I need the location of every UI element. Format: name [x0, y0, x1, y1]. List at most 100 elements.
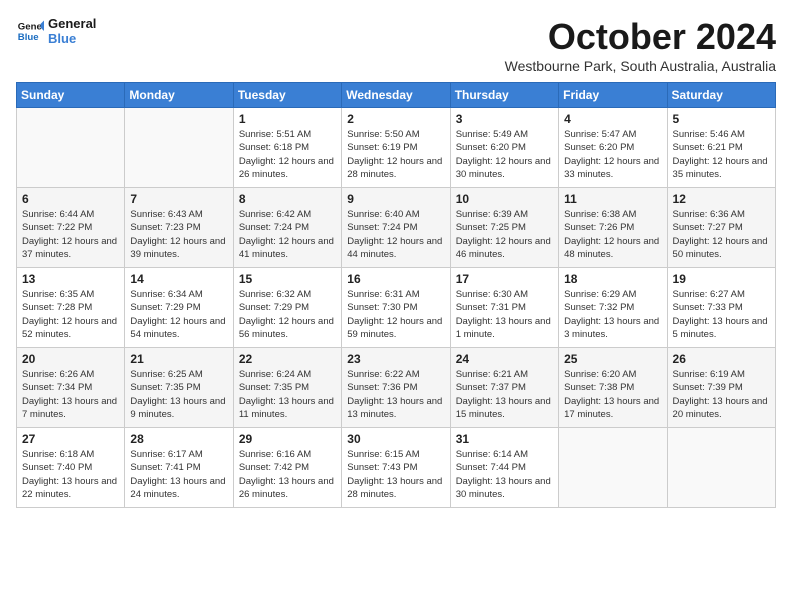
day-number: 20	[22, 352, 119, 366]
calendar-cell: 10 Sunrise: 6:39 AM Sunset: 7:25 PM Dayli…	[450, 188, 558, 268]
calendar-cell: 25 Sunrise: 6:20 AM Sunset: 7:38 PM Dayli…	[559, 348, 667, 428]
calendar-cell	[559, 428, 667, 508]
day-number: 5	[673, 112, 770, 126]
calendar-body: 1 Sunrise: 5:51 AM Sunset: 6:18 PM Daylig…	[17, 108, 776, 508]
day-number: 10	[456, 192, 553, 206]
day-header-saturday: Saturday	[667, 83, 775, 108]
calendar-header-row: SundayMondayTuesdayWednesdayThursdayFrid…	[17, 83, 776, 108]
calendar-cell	[125, 108, 233, 188]
page-header: General Blue General Blue October 2024 W…	[16, 16, 776, 74]
calendar-cell: 16 Sunrise: 6:31 AM Sunset: 7:30 PM Dayli…	[342, 268, 450, 348]
day-number: 9	[347, 192, 444, 206]
calendar-cell: 9 Sunrise: 6:40 AM Sunset: 7:24 PM Daylig…	[342, 188, 450, 268]
cell-info: Sunrise: 6:14 AM Sunset: 7:44 PM Dayligh…	[456, 448, 553, 501]
cell-info: Sunrise: 6:44 AM Sunset: 7:22 PM Dayligh…	[22, 208, 119, 261]
week-row-3: 13 Sunrise: 6:35 AM Sunset: 7:28 PM Dayli…	[17, 268, 776, 348]
day-number: 7	[130, 192, 227, 206]
cell-info: Sunrise: 6:27 AM Sunset: 7:33 PM Dayligh…	[673, 288, 770, 341]
week-row-1: 1 Sunrise: 5:51 AM Sunset: 6:18 PM Daylig…	[17, 108, 776, 188]
title-block: October 2024 Westbourne Park, South Aust…	[505, 16, 776, 74]
calendar-cell: 21Sunrise: 6:25 AM Sunset: 7:35 PM Dayli…	[125, 348, 233, 428]
calendar-cell: 3 Sunrise: 5:49 AM Sunset: 6:20 PM Daylig…	[450, 108, 558, 188]
day-number: 1	[239, 112, 336, 126]
cell-info: Sunrise: 5:46 AM Sunset: 6:21 PM Dayligh…	[673, 128, 770, 181]
calendar-cell: 1 Sunrise: 5:51 AM Sunset: 6:18 PM Daylig…	[233, 108, 341, 188]
calendar-table: SundayMondayTuesdayWednesdayThursdayFrid…	[16, 82, 776, 508]
day-number: 16	[347, 272, 444, 286]
cell-info: Sunrise: 6:22 AM Sunset: 7:36 PM Dayligh…	[347, 368, 444, 421]
cell-info: Sunrise: 6:39 AM Sunset: 7:25 PM Dayligh…	[456, 208, 553, 261]
calendar-cell: 27 Sunrise: 6:18 AM Sunset: 7:40 PM Dayli…	[17, 428, 125, 508]
day-number: 28	[130, 432, 227, 446]
calendar-cell: 15Sunrise: 6:32 AM Sunset: 7:29 PM Dayli…	[233, 268, 341, 348]
cell-info: Sunrise: 6:43 AM Sunset: 7:23 PM Dayligh…	[130, 208, 227, 261]
calendar-cell: 2Sunrise: 5:50 AM Sunset: 6:19 PM Daylig…	[342, 108, 450, 188]
day-number: 15	[239, 272, 336, 286]
cell-info: Sunrise: 6:34 AM Sunset: 7:29 PM Dayligh…	[130, 288, 227, 341]
calendar-cell: 7 Sunrise: 6:43 AM Sunset: 7:23 PM Daylig…	[125, 188, 233, 268]
day-number: 29	[239, 432, 336, 446]
cell-info: Sunrise: 6:30 AM Sunset: 7:31 PM Dayligh…	[456, 288, 553, 341]
svg-text:Blue: Blue	[18, 32, 39, 43]
calendar-cell: 22 Sunrise: 6:24 AM Sunset: 7:35 PM Dayli…	[233, 348, 341, 428]
cell-info: Sunrise: 6:18 AM Sunset: 7:40 PM Dayligh…	[22, 448, 119, 501]
day-number: 3	[456, 112, 553, 126]
week-row-5: 27 Sunrise: 6:18 AM Sunset: 7:40 PM Dayli…	[17, 428, 776, 508]
calendar-cell: 11Sunrise: 6:38 AM Sunset: 7:26 PM Dayli…	[559, 188, 667, 268]
day-number: 21	[130, 352, 227, 366]
cell-info: Sunrise: 6:17 AM Sunset: 7:41 PM Dayligh…	[130, 448, 227, 501]
day-number: 19	[673, 272, 770, 286]
day-number: 24	[456, 352, 553, 366]
cell-info: Sunrise: 6:16 AM Sunset: 7:42 PM Dayligh…	[239, 448, 336, 501]
day-number: 14	[130, 272, 227, 286]
calendar-cell: 4Sunrise: 5:47 AM Sunset: 6:20 PM Daylig…	[559, 108, 667, 188]
calendar-cell: 29 Sunrise: 6:16 AM Sunset: 7:42 PM Dayli…	[233, 428, 341, 508]
cell-info: Sunrise: 6:40 AM Sunset: 7:24 PM Dayligh…	[347, 208, 444, 261]
logo: General Blue General Blue	[16, 16, 96, 46]
logo-line2: Blue	[48, 31, 96, 46]
calendar-cell: 6 Sunrise: 6:44 AM Sunset: 7:22 PM Daylig…	[17, 188, 125, 268]
logo-icon: General Blue	[16, 17, 44, 45]
day-header-monday: Monday	[125, 83, 233, 108]
day-number: 31	[456, 432, 553, 446]
cell-info: Sunrise: 6:19 AM Sunset: 7:39 PM Dayligh…	[673, 368, 770, 421]
cell-info: Sunrise: 6:21 AM Sunset: 7:37 PM Dayligh…	[456, 368, 553, 421]
calendar-cell: 8Sunrise: 6:42 AM Sunset: 7:24 PM Daylig…	[233, 188, 341, 268]
calendar-cell: 5 Sunrise: 5:46 AM Sunset: 6:21 PM Daylig…	[667, 108, 775, 188]
cell-info: Sunrise: 6:31 AM Sunset: 7:30 PM Dayligh…	[347, 288, 444, 341]
calendar-cell: 31 Sunrise: 6:14 AM Sunset: 7:44 PM Dayli…	[450, 428, 558, 508]
day-number: 27	[22, 432, 119, 446]
day-header-wednesday: Wednesday	[342, 83, 450, 108]
cell-info: Sunrise: 5:49 AM Sunset: 6:20 PM Dayligh…	[456, 128, 553, 181]
cell-info: Sunrise: 6:42 AM Sunset: 7:24 PM Dayligh…	[239, 208, 336, 261]
calendar-cell: 20Sunrise: 6:26 AM Sunset: 7:34 PM Dayli…	[17, 348, 125, 428]
cell-info: Sunrise: 6:20 AM Sunset: 7:38 PM Dayligh…	[564, 368, 661, 421]
calendar-cell: 28 Sunrise: 6:17 AM Sunset: 7:41 PM Dayli…	[125, 428, 233, 508]
day-number: 30	[347, 432, 444, 446]
week-row-4: 20Sunrise: 6:26 AM Sunset: 7:34 PM Dayli…	[17, 348, 776, 428]
calendar-cell: 30 Sunrise: 6:15 AM Sunset: 7:43 PM Dayli…	[342, 428, 450, 508]
cell-info: Sunrise: 5:51 AM Sunset: 6:18 PM Dayligh…	[239, 128, 336, 181]
day-number: 6	[22, 192, 119, 206]
calendar-cell	[667, 428, 775, 508]
day-number: 22	[239, 352, 336, 366]
day-number: 11	[564, 192, 661, 206]
cell-info: Sunrise: 6:29 AM Sunset: 7:32 PM Dayligh…	[564, 288, 661, 341]
day-number: 2	[347, 112, 444, 126]
week-row-2: 6 Sunrise: 6:44 AM Sunset: 7:22 PM Daylig…	[17, 188, 776, 268]
cell-info: Sunrise: 6:35 AM Sunset: 7:28 PM Dayligh…	[22, 288, 119, 341]
day-number: 26	[673, 352, 770, 366]
day-number: 25	[564, 352, 661, 366]
calendar-cell: 17 Sunrise: 6:30 AM Sunset: 7:31 PM Dayli…	[450, 268, 558, 348]
day-number: 17	[456, 272, 553, 286]
cell-info: Sunrise: 6:24 AM Sunset: 7:35 PM Dayligh…	[239, 368, 336, 421]
cell-info: Sunrise: 6:36 AM Sunset: 7:27 PM Dayligh…	[673, 208, 770, 261]
cell-info: Sunrise: 6:15 AM Sunset: 7:43 PM Dayligh…	[347, 448, 444, 501]
logo-line1: General	[48, 16, 96, 31]
calendar-cell: 12 Sunrise: 6:36 AM Sunset: 7:27 PM Dayli…	[667, 188, 775, 268]
calendar-cell: 13 Sunrise: 6:35 AM Sunset: 7:28 PM Dayli…	[17, 268, 125, 348]
day-number: 12	[673, 192, 770, 206]
day-number: 13	[22, 272, 119, 286]
day-header-tuesday: Tuesday	[233, 83, 341, 108]
cell-info: Sunrise: 5:47 AM Sunset: 6:20 PM Dayligh…	[564, 128, 661, 181]
